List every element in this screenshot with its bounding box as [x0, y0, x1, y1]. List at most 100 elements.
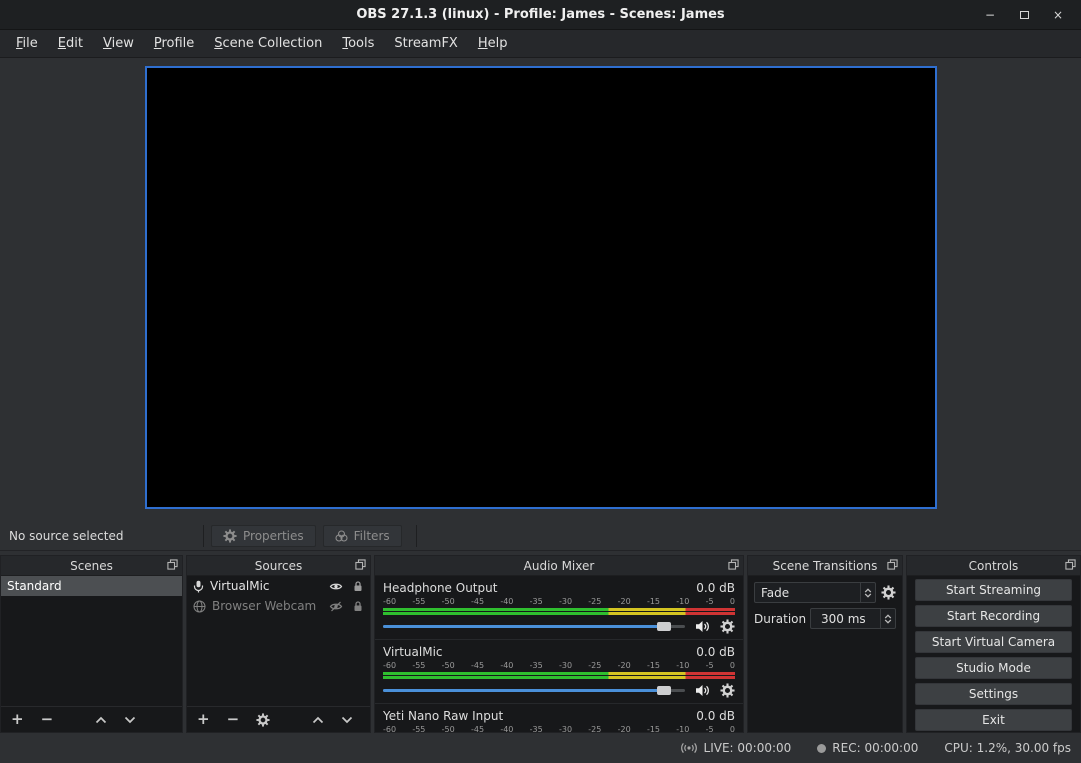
duration-spinbox[interactable]: 300 ms	[810, 608, 896, 629]
move-scene-down-icon[interactable]	[124, 716, 136, 724]
popout-icon[interactable]	[355, 559, 366, 570]
duration-spinner[interactable]	[880, 609, 895, 628]
menu-profile[interactable]: Profile	[144, 31, 204, 56]
properties-label: Properties	[243, 529, 304, 543]
live-time: LIVE: 00:00:00	[704, 741, 792, 755]
speaker-icon[interactable]	[695, 684, 710, 697]
scene-item-standard[interactable]: Standard	[1, 576, 182, 596]
meter-tick: -45	[471, 661, 484, 671]
source-properties-gear-icon[interactable]	[256, 713, 270, 727]
source-item-browser-webcam[interactable]: Browser Webcam	[187, 596, 370, 616]
menu-file[interactable]: File	[6, 31, 48, 56]
popout-icon[interactable]	[1065, 559, 1076, 570]
obs-window: OBS 27.1.3 (linux) - Profile: James - Sc…	[0, 0, 1081, 763]
window-title: OBS 27.1.3 (linux) - Profile: James - Sc…	[356, 7, 724, 22]
start-streaming-button[interactable]: Start Streaming	[915, 579, 1072, 601]
toolbar-separator	[416, 525, 417, 547]
scene-transitions-dock: Scene Transitions Fade	[747, 555, 903, 733]
move-source-up-icon[interactable]	[312, 716, 324, 724]
speaker-icon[interactable]	[695, 620, 710, 633]
scenes-toolbar: + −	[1, 706, 182, 732]
rec-time: REC: 00:00:00	[832, 741, 918, 755]
menubar: File Edit View Profile Scene Collection …	[0, 30, 1081, 58]
transitions-dock-header[interactable]: Scene Transitions	[748, 556, 902, 576]
meter-tick: -60	[383, 725, 396, 732]
mixer-level: 0.0 dB	[696, 709, 735, 724]
filters-label: Filters	[354, 529, 390, 543]
start-recording-button[interactable]: Start Recording	[915, 605, 1072, 627]
add-source-icon[interactable]: +	[197, 712, 210, 727]
meter-tick: -25	[588, 725, 601, 732]
mixer-name: Yeti Nano Raw Input	[383, 709, 503, 724]
close-icon[interactable]: ×	[1041, 0, 1075, 29]
remove-scene-icon[interactable]: −	[41, 712, 54, 727]
meter-tick: 0	[730, 597, 735, 607]
microphone-icon	[193, 580, 204, 593]
meter-tick: -10	[676, 597, 689, 607]
move-scene-up-icon[interactable]	[95, 716, 107, 724]
meter-tick: -5	[706, 725, 714, 732]
mixer-gear-icon[interactable]	[720, 619, 735, 634]
transition-selected-value: Fade	[755, 586, 860, 600]
combo-spinner[interactable]	[860, 583, 875, 602]
controls-dock-header[interactable]: Controls	[907, 556, 1080, 576]
settings-button[interactable]: Settings	[915, 683, 1072, 705]
titlebar[interactable]: OBS 27.1.3 (linux) - Profile: James - Sc…	[0, 0, 1081, 30]
meter-tick: -50	[442, 597, 455, 607]
volume-slider-handle[interactable]	[657, 622, 671, 631]
move-source-down-icon[interactable]	[341, 716, 353, 724]
sources-list: VirtualMic	[187, 576, 370, 706]
properties-button[interactable]: Properties	[211, 525, 316, 547]
audio-mixer-dock-title: Audio Mixer	[524, 559, 595, 573]
exit-button[interactable]: Exit	[915, 709, 1072, 731]
popout-icon[interactable]	[887, 559, 898, 570]
visibility-eye-slash-icon[interactable]	[329, 600, 343, 613]
menu-streamfx[interactable]: StreamFX	[384, 31, 467, 56]
mixer-virtualmic: VirtualMic 0.0 dB -60-55-50-45-40-35-30-…	[375, 640, 743, 704]
meter-scale: -60-55-50-45-40-35-30-25-20-15-10-50	[383, 597, 735, 607]
add-scene-icon[interactable]: +	[11, 712, 24, 727]
visibility-eye-icon[interactable]	[329, 580, 343, 593]
studio-mode-button[interactable]: Studio Mode	[915, 657, 1072, 679]
meter-tick: -15	[647, 597, 660, 607]
mixer-level: 0.0 dB	[696, 581, 735, 596]
popout-icon[interactable]	[167, 559, 178, 570]
transitions-dock-title: Scene Transitions	[773, 559, 878, 573]
scenes-list: Standard	[1, 576, 182, 706]
meter-tick: -15	[647, 725, 660, 732]
preview-canvas[interactable]	[145, 66, 937, 509]
maximize-icon[interactable]	[1007, 0, 1041, 29]
scenes-dock-title: Scenes	[70, 559, 113, 573]
scenes-dock-header[interactable]: Scenes	[1, 556, 182, 576]
sources-dock-header[interactable]: Sources	[187, 556, 370, 576]
volume-slider[interactable]	[383, 625, 685, 628]
menu-edit[interactable]: Edit	[48, 31, 93, 56]
remove-source-icon[interactable]: −	[227, 712, 240, 727]
menu-scene-collection[interactable]: Scene Collection	[204, 31, 332, 56]
mixer-gear-icon[interactable]	[720, 683, 735, 698]
volume-slider-handle[interactable]	[657, 686, 671, 695]
filters-button[interactable]: Filters	[323, 525, 402, 547]
broadcast-icon	[680, 742, 698, 754]
meter-tick: -30	[559, 597, 572, 607]
minimize-icon[interactable]: −	[973, 0, 1007, 29]
lock-icon[interactable]	[352, 580, 364, 593]
transition-select[interactable]: Fade	[754, 582, 876, 603]
menu-view[interactable]: View	[93, 31, 144, 56]
meter-tick: 0	[730, 725, 735, 732]
transition-gear-icon[interactable]	[881, 585, 896, 600]
cpu-fps-stats: CPU: 1.2%, 30.00 fps	[944, 741, 1071, 755]
volume-meter	[383, 608, 735, 615]
menu-help[interactable]: Help	[468, 31, 518, 56]
audio-mixer-dock-header[interactable]: Audio Mixer	[375, 556, 743, 576]
popout-icon[interactable]	[728, 559, 739, 570]
start-virtual-camera-button[interactable]: Start Virtual Camera	[915, 631, 1072, 653]
mixer-level: 0.0 dB	[696, 645, 735, 660]
volume-slider[interactable]	[383, 689, 685, 692]
sources-toolbar: + −	[187, 706, 370, 732]
lock-icon[interactable]	[352, 600, 364, 613]
menu-tools[interactable]: Tools	[332, 31, 384, 56]
source-item-virtualmic[interactable]: VirtualMic	[187, 576, 370, 596]
meter-tick: -30	[559, 725, 572, 732]
docks-row: Scenes Standard + −	[0, 555, 1081, 733]
